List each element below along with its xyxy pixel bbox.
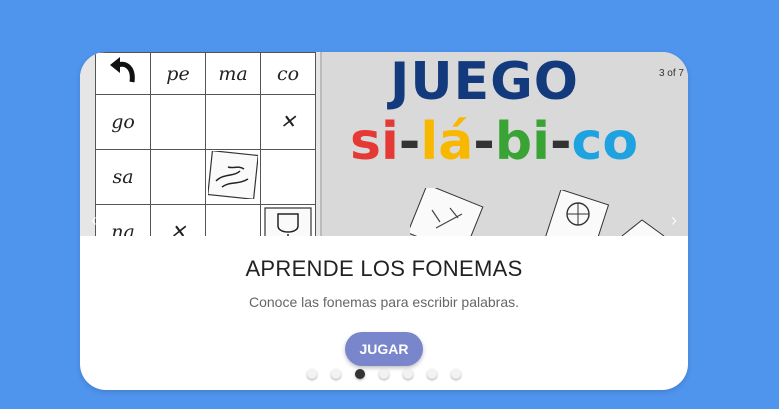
grid-cell: ✕: [150, 204, 206, 236]
title-hyphen: -: [473, 112, 495, 172]
pagination-dot[interactable]: [307, 369, 317, 379]
title-juego: JUEGO: [390, 52, 579, 112]
grid-cell: [260, 149, 316, 205]
grid-cell: [150, 149, 206, 205]
grid-cell: [205, 94, 261, 150]
pagination-dot[interactable]: [355, 369, 365, 379]
title-silabico: si-lá-bi-co: [350, 112, 638, 172]
play-button[interactable]: JUGAR: [345, 332, 423, 366]
pagination-dot[interactable]: [331, 369, 341, 379]
worksheet-illustration: [410, 188, 484, 236]
title-syllable: lá: [420, 112, 474, 172]
sheet-illustration: [621, 219, 665, 236]
grid-cell: ✕: [260, 94, 316, 150]
title-syllable: co: [571, 112, 639, 172]
prev-slide-button[interactable]: ‹: [86, 210, 102, 230]
pagination-dot[interactable]: [379, 369, 389, 379]
grid-header-cell: ma: [205, 52, 261, 95]
grid-row-label: na: [95, 204, 151, 236]
pagination-dot[interactable]: [403, 369, 413, 379]
grid-header-cell: co: [260, 52, 316, 95]
game-card: pe ma co go ✕ sa na ✕ JUEGO si-lá-bi-co …: [80, 52, 688, 390]
game-title-image: JUEGO si-lá-bi-co 3 of 7: [322, 52, 688, 236]
next-slide-button[interactable]: ›: [666, 210, 682, 230]
pagination-dot[interactable]: [451, 369, 461, 379]
carousel-slide[interactable]: pe ma co go ✕ sa na ✕ JUEGO si-lá-bi-co …: [80, 52, 688, 236]
grid-cell-trophy-icon: [260, 204, 316, 236]
syllable-grid-image: pe ma co go ✕ sa na ✕: [80, 52, 320, 236]
carousel-pagination: [307, 369, 461, 379]
slide-counter: 3 of 7: [658, 68, 684, 79]
grid-row-label: go: [95, 94, 151, 150]
basketball-illustration: [544, 190, 610, 236]
title-syllable: bi: [494, 112, 550, 172]
grid-row-label: sa: [95, 149, 151, 205]
card-title: APRENDE LOS FONEMAS: [245, 256, 523, 281]
card-description: Conoce las fonemas para escribir palabra…: [248, 294, 520, 310]
title-hyphen: -: [549, 112, 572, 172]
grid-cell: [205, 204, 261, 236]
grid-cell-handshake-icon: [205, 149, 261, 205]
pagination-dot[interactable]: [427, 369, 437, 379]
syllable-grid: pe ma co go ✕ sa na ✕: [95, 52, 316, 236]
title-syllable: si: [350, 112, 399, 172]
grid-header-cell: pe: [150, 52, 206, 95]
back-arrow-icon: [95, 52, 151, 95]
title-hyphen: -: [398, 112, 421, 172]
grid-cell: [150, 94, 206, 150]
